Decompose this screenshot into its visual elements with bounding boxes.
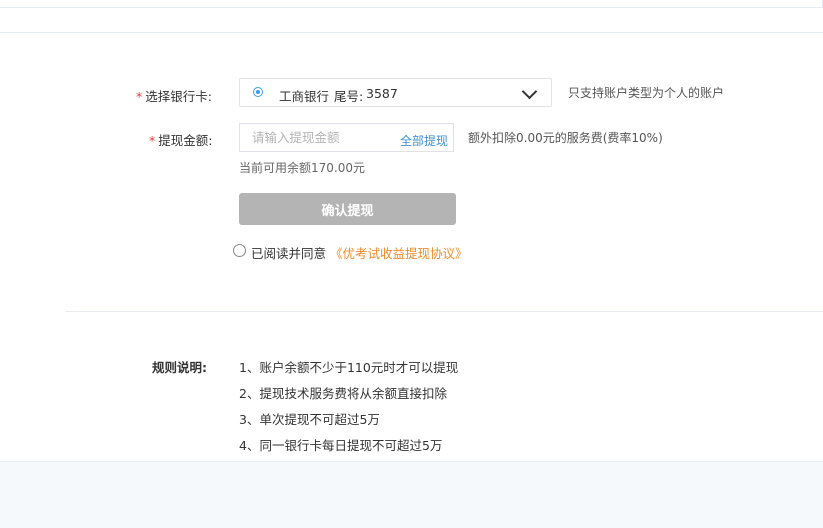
tail-number: 3587: [366, 86, 398, 101]
bank-card-select[interactable]: 工商银行 尾号: 3587: [239, 78, 552, 107]
required-mark: *: [136, 89, 143, 104]
amount-input[interactable]: [240, 124, 402, 151]
required-mark: *: [149, 133, 156, 148]
rule-item: 4、同一银行卡每日提现不可超过5万: [239, 438, 443, 453]
agreement-text: 已阅读并同意: [251, 246, 327, 261]
section-divider: [65, 311, 823, 312]
rule-item: 2、提现技术服务费将从余额直接扣除: [239, 386, 447, 401]
bank-card-label: 选择银行卡:: [145, 89, 212, 104]
selected-radio-icon: [253, 87, 263, 97]
rules-title: 规则说明:: [152, 360, 207, 375]
agreement-link[interactable]: 《优考试收益提现协议》: [330, 243, 468, 262]
amount-label: 提现金额:: [158, 133, 213, 148]
amount-field: 全部提现: [239, 123, 454, 152]
withdraw-all-link[interactable]: 全部提现: [400, 132, 448, 149]
account-type-note: 只支持账户类型为个人的账户: [568, 86, 725, 100]
amount-label-row: * 提现金额:: [149, 130, 212, 149]
chevron-down-icon[interactable]: [521, 83, 538, 100]
footer: [0, 461, 823, 528]
bank-card-label-row: * 选择银行卡:: [136, 86, 212, 105]
rule-item: 3、单次提现不可超过5万: [239, 412, 380, 427]
agreement-radio[interactable]: [233, 244, 246, 257]
header-divider: [0, 32, 823, 33]
rule-item: 1、账户余额不少于110元时才可以提现: [239, 360, 459, 375]
top-strip: [0, 0, 823, 8]
bank-name: 工商银行: [279, 89, 330, 104]
service-fee-note: 额外扣除0.00元的服务费(费率10%): [468, 131, 663, 145]
available-balance: 当前可用余额170.00元: [239, 161, 365, 175]
tail-label: 尾号:: [334, 89, 364, 104]
confirm-withdraw-button[interactable]: 确认提现: [239, 193, 456, 225]
